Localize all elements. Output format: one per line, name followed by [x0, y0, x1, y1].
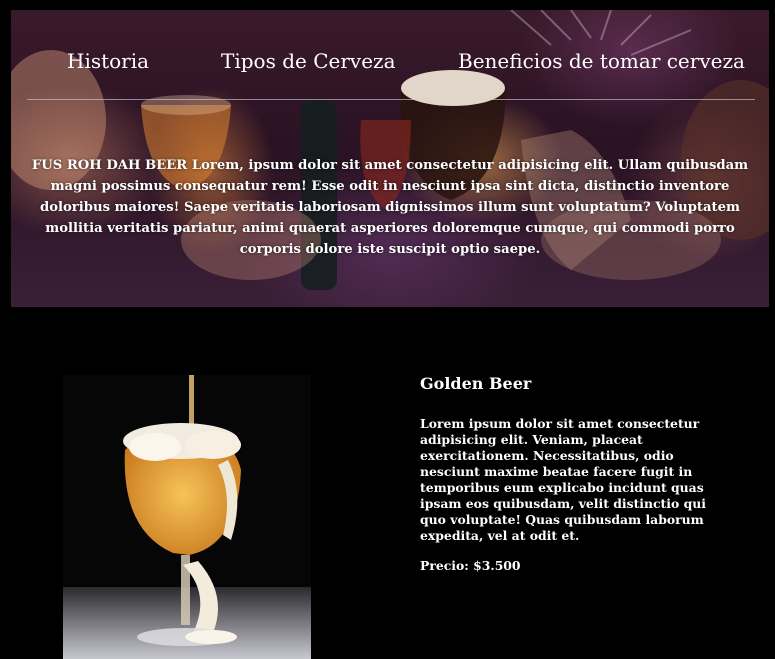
nav-divider [27, 99, 755, 100]
product-price: Precio: $3.500 [420, 558, 521, 573]
golden-beer-image [63, 375, 311, 659]
page: Historia Tipos de Cerveza Beneficios de … [0, 0, 775, 659]
hero-intro-text: FUS ROH DAH BEER Lorem, ipsum dolor sit … [31, 158, 749, 258]
nav-link-tipos-de-cerveza[interactable]: Tipos de Cerveza [221, 48, 396, 74]
nav-link-historia[interactable]: Historia [67, 48, 149, 74]
product-info: Golden Beer Lorem ipsum dolor sit amet c… [420, 373, 720, 574]
nav-link-beneficios[interactable]: Beneficios de tomar cerveza [458, 48, 745, 74]
product-description: Lorem ipsum dolor sit amet consectetur a… [420, 416, 706, 543]
main-nav: Historia Tipos de Cerveza Beneficios de … [11, 48, 769, 78]
product-title: Golden Beer [420, 374, 532, 393]
hero-banner: Historia Tipos de Cerveza Beneficios de … [11, 10, 769, 307]
